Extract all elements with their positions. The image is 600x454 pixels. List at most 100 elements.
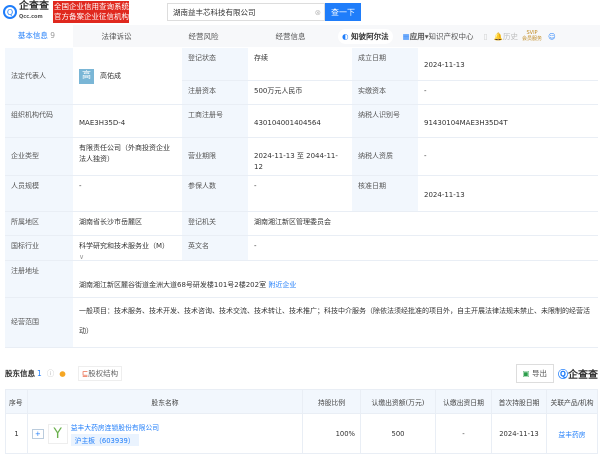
- col-header: 关联产品/机构: [546, 389, 598, 414]
- equity-structure-button[interactable]: ⊑股权结构: [77, 365, 123, 381]
- authority-value: 湖南湘江新区管理委员会: [254, 218, 331, 226]
- col-header[interactable]: 认缴出资日期: [435, 389, 492, 414]
- taxq-value: -: [424, 152, 427, 160]
- region-value: 湖南省长沙市岳麓区: [79, 218, 142, 226]
- stock-tag[interactable]: 沪主板（603939）: [70, 433, 139, 446]
- tab-basic-info[interactable]: 基本信息 9: [0, 25, 73, 47]
- table-row: 1 + Y 益丰大药房连锁股份有限公司 沪主板（603939） 100% 500 …: [5, 413, 598, 454]
- taxq-label: 纳税人资质: [352, 138, 418, 175]
- logo-sub: Qcc.com: [19, 14, 43, 20]
- approve-value: 2024-11-13: [424, 191, 465, 199]
- tab-label: 基本信息: [17, 31, 48, 40]
- sub-date: -: [435, 413, 492, 454]
- capital-value: 500万元人民币: [254, 87, 303, 95]
- capital-label: 注册资本: [182, 81, 248, 104]
- related-product[interactable]: 益丰药房: [546, 413, 598, 454]
- chevron-down-icon: ∨: [79, 253, 85, 261]
- insured-label: 参保人数: [182, 176, 248, 211]
- bell-icon[interactable]: ●: [59, 369, 66, 378]
- tab-risk[interactable]: 经营风险: [160, 31, 247, 42]
- row-no: 1: [5, 413, 28, 454]
- company-logo: Y: [47, 423, 68, 444]
- staff-label: 人员规模: [5, 176, 73, 211]
- phone-icon[interactable]: ▯: [484, 32, 488, 41]
- info-icon[interactable]: ⓘ: [47, 368, 55, 379]
- history-label: 历史: [503, 31, 519, 41]
- org-label: 组织机构代码: [5, 105, 73, 137]
- approve-label: 核准日期: [352, 176, 418, 211]
- amount: 500: [360, 413, 436, 454]
- col-header[interactable]: 认缴出资额(万元): [360, 389, 436, 414]
- found-label: 成立日期: [352, 48, 418, 80]
- expand-button[interactable]: +: [32, 428, 44, 439]
- authority-label: 登记机关: [182, 212, 248, 235]
- zhibi-button[interactable]: ◐ 知彼阿尔法: [338, 28, 393, 44]
- paid-value: -: [424, 87, 427, 95]
- shareholder-count: 1: [37, 368, 42, 378]
- brand-watermark: Ⓠ企查查: [558, 366, 598, 381]
- paid-label: 实缴资本: [352, 81, 418, 104]
- addr-label: 注册地址: [5, 261, 73, 297]
- nearby-link[interactable]: 附近企业: [268, 281, 296, 289]
- industry-dropdown[interactable]: 科学研究和技术服务业（M） ∨: [73, 236, 182, 261]
- status-label: 登记状态: [182, 48, 248, 80]
- section-title: 股东信息: [5, 368, 35, 378]
- reg-value: 430104001404564: [254, 119, 321, 127]
- grid-icon: ▦: [402, 31, 410, 41]
- staff-value: -: [79, 182, 82, 190]
- ad-line: 官方备案企业征信机构: [54, 12, 129, 21]
- app-menu[interactable]: ▦应用▾: [403, 31, 429, 42]
- svip-sub: 会员服务: [522, 36, 543, 42]
- clear-icon[interactable]: ⊗: [315, 8, 321, 17]
- shareholder-table: 序号 股东名称 持股比例 认缴出资额(万元) 认缴出资日期 首次持股日期 关联产…: [5, 389, 598, 454]
- app-label: 应用: [409, 31, 425, 41]
- type-label: 企业类型: [5, 138, 73, 175]
- scope-label: 经营范围: [5, 298, 73, 347]
- addr-value: 湖南湘江新区麓谷街道金洲大道68号研发楼101号2楼202室: [79, 281, 267, 289]
- tax-value: 91430104MAE3H35D4T: [424, 119, 508, 127]
- ad-banner[interactable]: 全国企业信用查询系统 官方备案企业征信机构: [53, 1, 129, 23]
- term-value: 2024-11-13 至 2044-11-12: [254, 152, 338, 171]
- org-value: MAE3H35D-4: [79, 119, 126, 127]
- industry-value: 科学研究和技术服务业（M）: [79, 242, 170, 250]
- industry-label: 国标行业: [5, 236, 73, 260]
- ip-center-link[interactable]: 知识产权中心: [429, 31, 474, 42]
- shareholder-section: 股东信息 1 ⓘ ● ⊑股权结构 ▣ 导出 Ⓠ企查查 序号 股东名称 持股比例 …: [5, 363, 598, 454]
- legal-rep-label: 法定代表人: [5, 48, 73, 104]
- avatar: 高: [79, 68, 94, 84]
- term-label: 营业期限: [182, 138, 248, 175]
- logo[interactable]: Q 企查查 Qcc.com: [3, 2, 53, 22]
- svip-badge[interactable]: SVIP 会员服务: [522, 30, 542, 42]
- history-button[interactable]: 🔔历史: [494, 31, 518, 42]
- search-value: 湖南益丰芯科技有限公司: [173, 7, 256, 17]
- col-header[interactable]: 首次持股日期: [491, 389, 547, 414]
- col-header: 序号: [5, 389, 28, 414]
- excel-icon: ▣: [522, 368, 530, 378]
- nav-bar: 基本信息 9 法律诉讼 经营风险 经营信息 ◐ 知彼阿尔法 ▦应用▾ 知识产权中…: [0, 25, 600, 47]
- insured-value: -: [254, 182, 257, 190]
- logo-text: 企查查: [19, 1, 49, 12]
- tab-business[interactable]: 经营信息: [247, 31, 334, 42]
- tab-legal[interactable]: 法律诉讼: [73, 31, 160, 42]
- basic-info-table: 法定代表人 高高佑成 登记状态 存续 成立日期 2024-11-13 注册资本 …: [5, 48, 598, 348]
- en-label: 英文名: [182, 236, 248, 260]
- first-date: 2024-11-13: [491, 413, 547, 454]
- logo-icon: Ⓠ: [558, 369, 568, 381]
- structure-label: 股权结构: [88, 368, 119, 378]
- export-button[interactable]: ▣ 导出: [515, 363, 554, 383]
- col-header[interactable]: 持股比例: [302, 389, 361, 414]
- reg-label: 工商注册号: [182, 105, 248, 137]
- zhibi-label: 知彼阿尔法: [351, 31, 389, 41]
- user-icon[interactable]: ☺: [548, 32, 556, 41]
- zhibi-icon: ◐: [342, 31, 349, 41]
- scope-value: 一般项目：技术服务、技术开发、技术咨询、技术交流、技术转让、技术推广；科技中介服…: [79, 307, 590, 335]
- shareholder-name[interactable]: 益丰大药房连锁股份有限公司: [71, 422, 159, 432]
- region-label: 所属地区: [5, 212, 73, 235]
- ratio: 100%: [302, 413, 361, 454]
- search-input[interactable]: 湖南益丰芯科技有限公司 ⊗: [167, 3, 325, 21]
- search-button[interactable]: 查一下: [325, 3, 361, 21]
- brand-text: 企查查: [568, 369, 598, 381]
- top-bar: Q 企查查 Qcc.com 全国企业信用查询系统 官方备案企业征信机构 湖南益丰芯科…: [0, 0, 600, 24]
- export-label: 导出: [532, 368, 547, 378]
- legal-rep-name[interactable]: 高佑成: [100, 71, 121, 82]
